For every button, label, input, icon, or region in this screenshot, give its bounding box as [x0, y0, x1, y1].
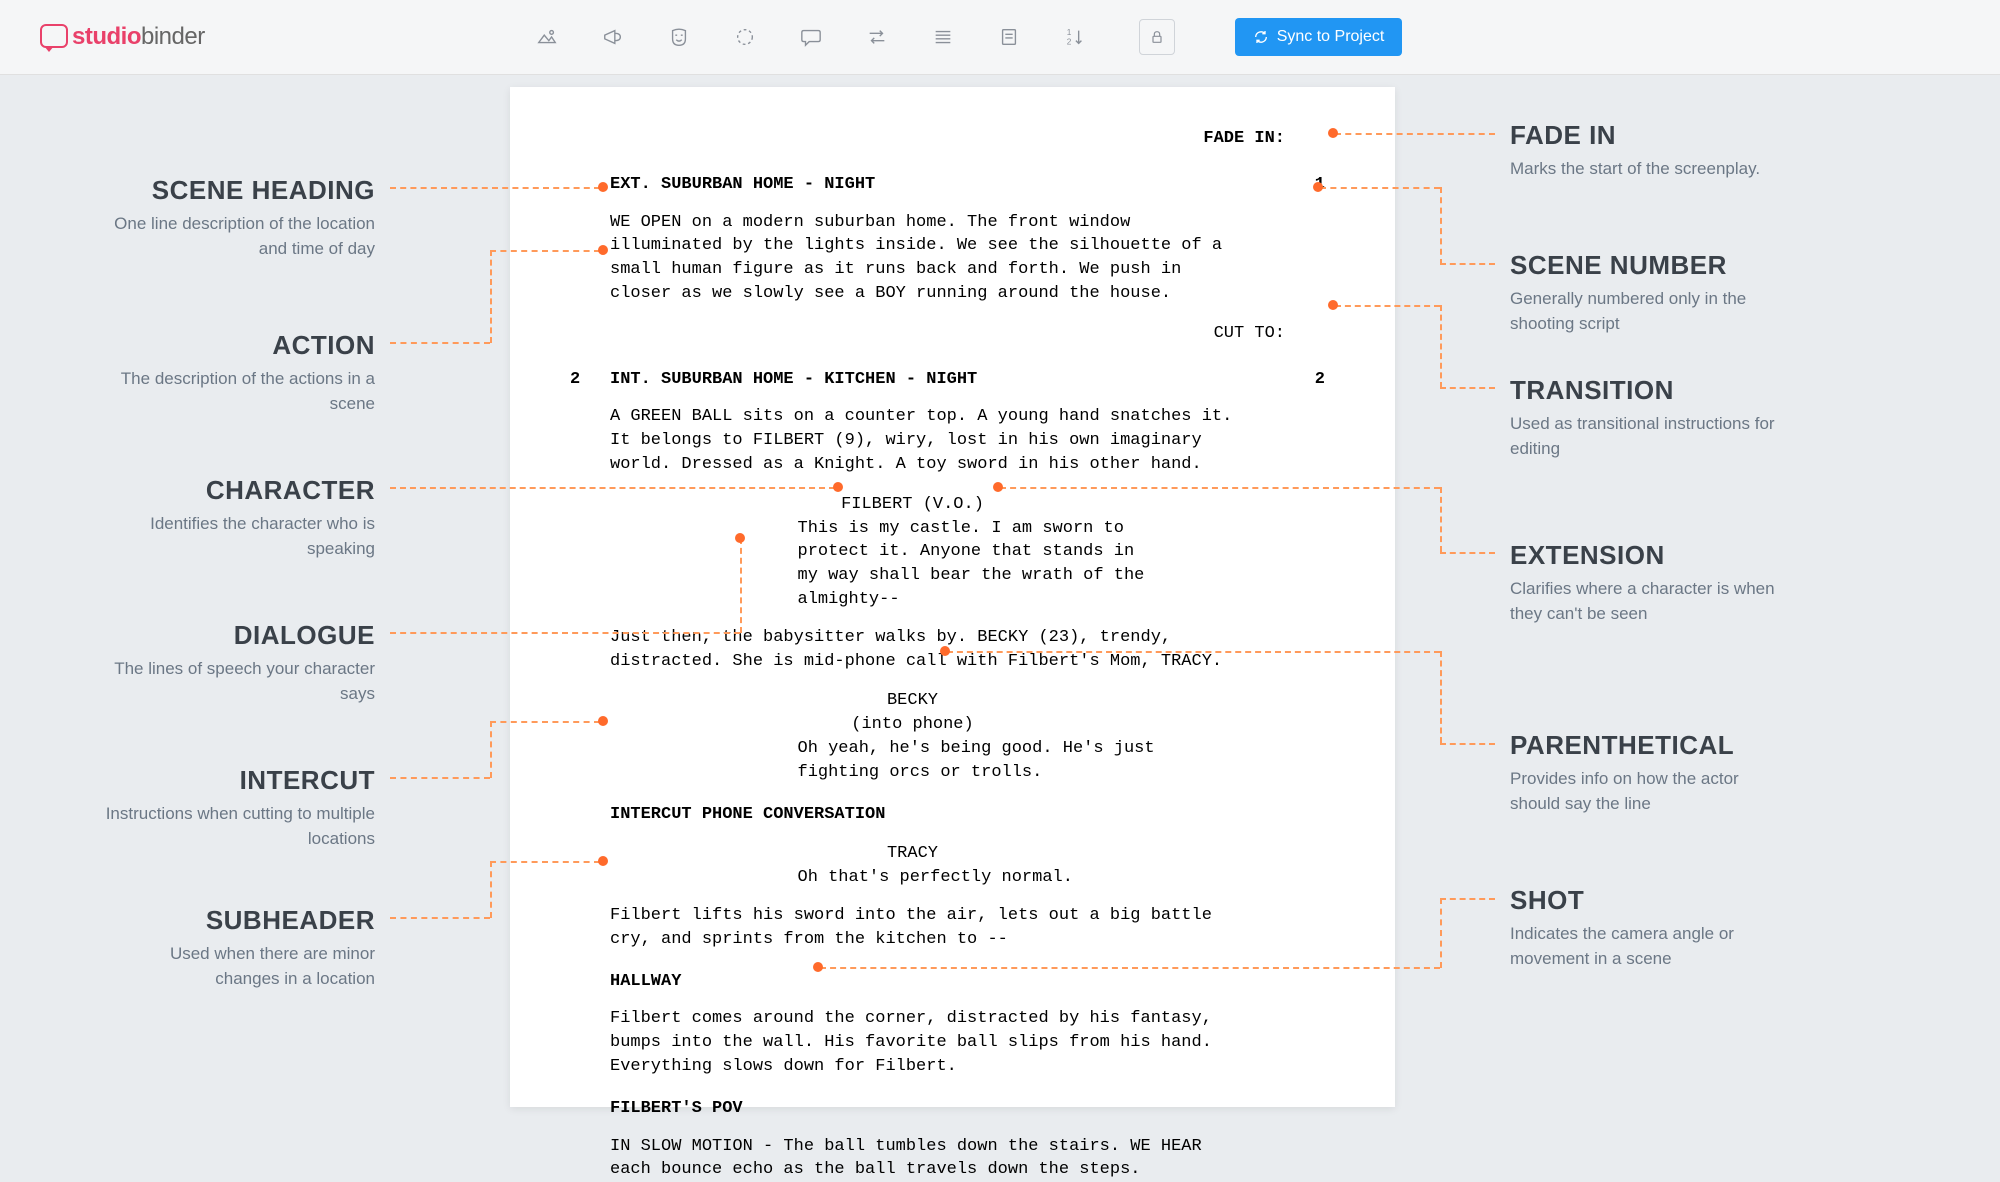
- label-parenthetical: PARENTHETICAL Provides info on how the a…: [1510, 730, 1780, 816]
- parenthetical: (into phone): [610, 713, 1335, 737]
- dot: [1313, 182, 1323, 192]
- sync-button[interactable]: Sync to Project: [1235, 18, 1403, 56]
- refresh-icon: [1253, 29, 1269, 45]
- dot: [735, 533, 745, 543]
- character-becky: BECKY: [610, 689, 1335, 713]
- toolbar: 12 Sync to Project: [535, 18, 1403, 56]
- dot: [833, 482, 843, 492]
- dot: [813, 962, 823, 972]
- image-icon[interactable]: [535, 25, 559, 49]
- dot: [598, 245, 608, 255]
- label-transition: TRANSITION Used as transitional instruct…: [1510, 375, 1780, 461]
- action-5: Filbert comes around the corner, distrac…: [610, 1007, 1250, 1078]
- action-2: A GREEN BALL sits on a counter top. A yo…: [610, 405, 1250, 476]
- label-shot: SHOT Indicates the camera angle or movem…: [1510, 885, 1780, 971]
- megaphone-icon[interactable]: [601, 25, 625, 49]
- action-6: IN SLOW MOTION - The ball tumbles down t…: [610, 1135, 1250, 1182]
- label-fade-in: FADE IN Marks the start of the screenpla…: [1510, 120, 1760, 182]
- dot: [1328, 128, 1338, 138]
- swap-icon[interactable]: [865, 25, 889, 49]
- svg-text:2: 2: [1066, 37, 1071, 46]
- script-page: FADE IN: EXT. SUBURBAN HOME - NIGHT 1 WE…: [510, 87, 1395, 1107]
- chat-icon[interactable]: [799, 25, 823, 49]
- scene-heading-2: 2 INT. SUBURBAN HOME - KITCHEN - NIGHT 2: [610, 368, 1335, 392]
- action-4: Filbert lifts his sword into the air, le…: [610, 904, 1250, 952]
- action-1: WE OPEN on a modern suburban home. The f…: [610, 211, 1250, 306]
- label-character: CHARACTER Identifies the character who i…: [105, 475, 375, 561]
- dot: [940, 646, 950, 656]
- label-scene-heading: SCENE HEADING One line description of th…: [105, 175, 375, 261]
- label-dialogue: DIALOGUE The lines of speech your charac…: [105, 620, 375, 706]
- lock-icon[interactable]: [1139, 19, 1175, 55]
- sync-label: Sync to Project: [1277, 28, 1385, 46]
- character-tracy: TRACY: [610, 842, 1335, 866]
- svg-text:1: 1: [1066, 28, 1071, 37]
- fade-in-text: FADE IN:: [610, 127, 1335, 151]
- lines-icon[interactable]: [931, 25, 955, 49]
- circle-icon[interactable]: [733, 25, 757, 49]
- transition-cut-to: CUT TO:: [610, 322, 1335, 346]
- subheader-pov: FILBERT'S POV: [610, 1097, 1335, 1121]
- dialogue-1: This is my castle. I am sworn to protect…: [788, 517, 1158, 612]
- dot: [598, 182, 608, 192]
- label-subheader: SUBHEADER Used when there are minor chan…: [105, 905, 375, 991]
- mask-icon[interactable]: [667, 25, 691, 49]
- main: FADE IN: EXT. SUBURBAN HOME - NIGHT 1 WE…: [0, 75, 2000, 1125]
- dot: [598, 716, 608, 726]
- dot: [1328, 300, 1338, 310]
- label-scene-number: SCENE NUMBER Generally numbered only in …: [1510, 250, 1780, 336]
- label-action: ACTION The description of the actions in…: [105, 330, 375, 416]
- label-extension: EXTENSION Clarifies where a character is…: [1510, 540, 1780, 626]
- character-filbert: FILBERT (V.O.): [610, 493, 1335, 517]
- logo[interactable]: studiobinder: [40, 23, 205, 51]
- intercut-line: INTERCUT PHONE CONVERSATION: [610, 803, 1335, 827]
- note-icon[interactable]: [997, 25, 1021, 49]
- logo-icon: [40, 24, 66, 50]
- logo-text-1: studio: [72, 23, 141, 50]
- dot: [993, 482, 1003, 492]
- scene-heading-1: EXT. SUBURBAN HOME - NIGHT 1: [610, 173, 1335, 197]
- dialogue-2: Oh yeah, he's being good. He's just figh…: [788, 737, 1158, 785]
- dialogue-3: Oh that's perfectly normal.: [788, 866, 1158, 890]
- label-intercut: INTERCUT Instructions when cutting to mu…: [105, 765, 375, 851]
- topbar: studiobinder 12 Sync to Project: [0, 0, 2000, 75]
- subheader-hallway: HALLWAY: [610, 970, 1335, 994]
- sort-icon[interactable]: 12: [1063, 25, 1087, 49]
- dot: [598, 856, 608, 866]
- logo-text-2: binder: [141, 23, 205, 50]
